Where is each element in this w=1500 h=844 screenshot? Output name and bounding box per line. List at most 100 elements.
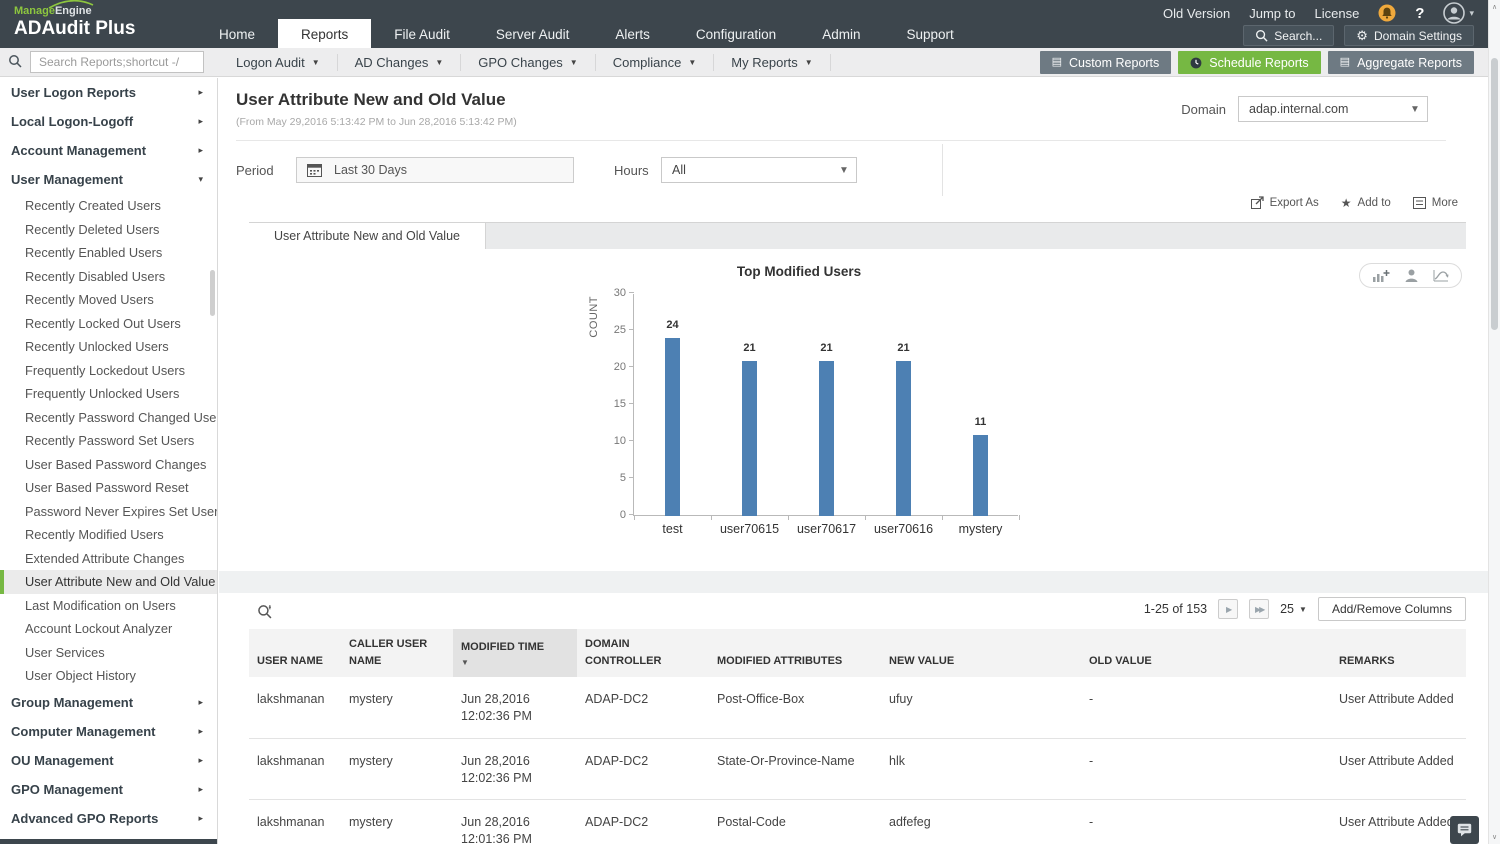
menu-ad-changes[interactable]: AD Changes▼ bbox=[338, 54, 462, 71]
add-chart-icon[interactable] bbox=[1372, 269, 1390, 283]
column-header-caller-user-name[interactable]: CALLER USER NAME bbox=[341, 629, 453, 677]
menu-gpo-changes[interactable]: GPO Changes▼ bbox=[461, 54, 595, 71]
bar-user70616[interactable] bbox=[896, 361, 911, 516]
more-button[interactable]: More bbox=[1413, 197, 1458, 209]
chat-bubble-icon bbox=[1457, 823, 1472, 837]
topnav-link-license[interactable]: License bbox=[1314, 6, 1359, 21]
feedback-chat-button[interactable] bbox=[1450, 816, 1479, 844]
table-search-icon[interactable] bbox=[257, 604, 272, 624]
topnav-tab-reports[interactable]: Reports bbox=[278, 19, 371, 48]
column-header-new-value[interactable]: NEW VALUE bbox=[881, 629, 1081, 677]
sidebar-item-user-attribute-new-and-old-value[interactable]: User Attribute New and Old Value bbox=[0, 570, 217, 594]
sidebar-group-group-management[interactable]: Group Management▸ bbox=[0, 688, 217, 717]
sidebar-items: User Logon Reports▸Local Logon-Logoff▸Ac… bbox=[0, 78, 217, 844]
help-icon[interactable]: ? bbox=[1415, 5, 1424, 22]
sidebar-item-recently-enabled-users[interactable]: Recently Enabled Users bbox=[0, 241, 217, 265]
sidebar-item-password-never-expires-set-users[interactable]: Password Never Expires Set Users bbox=[0, 500, 217, 524]
next-page-button[interactable]: ▶ bbox=[1218, 599, 1238, 619]
custom-reports-button[interactable]: ▤ Custom Reports bbox=[1040, 51, 1172, 74]
scroll-down-icon[interactable]: ∨ bbox=[1489, 833, 1500, 841]
column-header-modified-attributes[interactable]: MODIFIED ATTRIBUTES bbox=[709, 629, 881, 677]
user-icon[interactable] bbox=[1405, 269, 1418, 283]
sidebar-group-user-logon-reports[interactable]: User Logon Reports▸ bbox=[0, 78, 217, 107]
chevron-down-icon: ▼ bbox=[1299, 605, 1307, 614]
sidebar-item-recently-created-users[interactable]: Recently Created Users bbox=[0, 194, 217, 218]
topnav-tab-admin[interactable]: Admin bbox=[799, 21, 883, 48]
sidebar-item-extended-attribute-changes[interactable]: Extended Attribute Changes bbox=[0, 547, 217, 571]
bar-mystery[interactable] bbox=[973, 435, 988, 516]
search-icon[interactable] bbox=[0, 52, 30, 73]
column-header-remarks[interactable]: REMARKS bbox=[1331, 629, 1466, 677]
last-page-button[interactable]: ▶▶ bbox=[1249, 599, 1269, 619]
bar-test[interactable] bbox=[665, 338, 680, 516]
column-header-domain-controller[interactable]: DOMAIN CONTROLLER bbox=[577, 629, 709, 677]
menu-logon-audit[interactable]: Logon Audit▼ bbox=[219, 54, 338, 71]
sidebar-item-user-object-history[interactable]: User Object History bbox=[0, 664, 217, 688]
export-as-button[interactable]: Export As bbox=[1251, 196, 1319, 209]
notification-bell-icon[interactable] bbox=[1378, 4, 1396, 22]
report-search-input[interactable] bbox=[30, 51, 204, 73]
page-size-select[interactable]: 25 ▼ bbox=[1280, 602, 1307, 616]
table-row[interactable]: lakshmananmysteryJun 28,2016 12:02:36 PM… bbox=[249, 677, 1466, 738]
sidebar-item-recently-unlocked-users[interactable]: Recently Unlocked Users bbox=[0, 335, 217, 359]
sidebar-item-recently-password-set-users[interactable]: Recently Password Set Users bbox=[0, 429, 217, 453]
sidebar-group-gpo-management[interactable]: GPO Management▸ bbox=[0, 775, 217, 804]
sidebar-item-last-modification-on-users[interactable]: Last Modification on Users bbox=[0, 594, 217, 618]
topnav-tab-support[interactable]: Support bbox=[883, 21, 976, 48]
menu-my-reports[interactable]: My Reports▼ bbox=[714, 54, 830, 71]
x-tick-label-mystery: mystery bbox=[942, 522, 1019, 536]
schedule-reports-button[interactable]: Schedule Reports bbox=[1178, 51, 1320, 74]
topnav-link-jump-to[interactable]: Jump to bbox=[1249, 6, 1295, 21]
sidebar-group-advanced-gpo-reports[interactable]: Advanced GPO Reports▸ bbox=[0, 804, 217, 833]
add-to-button[interactable]: ★ Add to bbox=[1341, 197, 1391, 209]
menu-compliance[interactable]: Compliance▼ bbox=[596, 54, 715, 71]
menu-label: Logon Audit bbox=[236, 55, 305, 70]
sidebar-item-recently-locked-out-users[interactable]: Recently Locked Out Users bbox=[0, 312, 217, 336]
domain-settings-button[interactable]: ⚙ Domain Settings bbox=[1344, 25, 1474, 46]
sidebar-item-recently-modified-users[interactable]: Recently Modified Users bbox=[0, 523, 217, 547]
sidebar-group-ou-management[interactable]: OU Management▸ bbox=[0, 746, 217, 775]
topnav-link-old-version[interactable]: Old Version bbox=[1163, 6, 1230, 21]
tab-user-attribute-new-and-old-value[interactable]: User Attribute New and Old Value bbox=[249, 223, 486, 250]
sidebar-item-user-based-password-reset[interactable]: User Based Password Reset bbox=[0, 476, 217, 500]
sidebar-item-account-lockout-analyzer[interactable]: Account Lockout Analyzer bbox=[0, 617, 217, 641]
sidebar-scrollbar-thumb[interactable] bbox=[210, 270, 215, 316]
sidebar-item-recently-moved-users[interactable]: Recently Moved Users bbox=[0, 288, 217, 312]
bar-slot-user70615: 21 bbox=[711, 294, 788, 516]
sidebar-group-computer-management[interactable]: Computer Management▸ bbox=[0, 717, 217, 746]
global-search-button[interactable]: Search... bbox=[1243, 25, 1334, 46]
bar-user70617[interactable] bbox=[819, 361, 834, 516]
table-row[interactable]: lakshmananmysteryJun 28,2016 12:02:36 PM… bbox=[249, 738, 1466, 800]
bar-user70615[interactable] bbox=[742, 361, 757, 516]
column-header-user-name[interactable]: USER NAME bbox=[249, 629, 341, 677]
domain-select[interactable]: adap.internal.com ▼ bbox=[1238, 96, 1428, 122]
topnav-tab-home[interactable]: Home bbox=[196, 21, 278, 48]
sidebar-item-user-based-password-changes[interactable]: User Based Password Changes bbox=[0, 453, 217, 477]
sidebar-item-recently-deleted-users[interactable]: Recently Deleted Users bbox=[0, 218, 217, 242]
sidebar-item-frequently-lockedout-users[interactable]: Frequently Lockedout Users bbox=[0, 359, 217, 383]
column-header-modified-time[interactable]: MODIFIED TIME▼ bbox=[453, 629, 577, 677]
sidebar-item-user-services[interactable]: User Services bbox=[0, 641, 217, 665]
sidebar-item-recently-password-changed-users[interactable]: Recently Password Changed Users bbox=[0, 406, 217, 430]
sidebar-group-user-management[interactable]: User Management▾ bbox=[0, 165, 217, 194]
topnav-tab-alerts[interactable]: Alerts bbox=[592, 21, 673, 48]
column-header-old-value[interactable]: OLD VALUE bbox=[1081, 629, 1331, 677]
table-row[interactable]: lakshmananmysteryJun 28,2016 12:01:36 PM… bbox=[249, 800, 1466, 844]
sidebar-group-local-logon-logoff[interactable]: Local Logon-Logoff▸ bbox=[0, 107, 217, 136]
user-account-menu[interactable]: ▾ bbox=[1443, 2, 1474, 24]
add-remove-columns-button[interactable]: Add/Remove Columns bbox=[1318, 597, 1466, 621]
scrollbar-thumb[interactable] bbox=[1491, 58, 1498, 330]
sidebar-item-frequently-unlocked-users[interactable]: Frequently Unlocked Users bbox=[0, 382, 217, 406]
page-scrollbar[interactable]: ∧ ∨ bbox=[1488, 0, 1500, 844]
line-chart-refresh-icon[interactable] bbox=[1433, 269, 1449, 282]
scroll-up-icon[interactable]: ∧ bbox=[1489, 3, 1500, 11]
sidebar-group-account-management[interactable]: Account Management▸ bbox=[0, 136, 217, 165]
sidebar-item-recently-disabled-users[interactable]: Recently Disabled Users bbox=[0, 265, 217, 289]
aggregate-reports-button[interactable]: ▤ Aggregate Reports bbox=[1328, 51, 1474, 74]
hours-select[interactable]: All ▼ bbox=[661, 157, 857, 183]
period-picker[interactable]: Last 30 Days bbox=[296, 157, 574, 183]
topnav-tab-server-audit[interactable]: Server Audit bbox=[473, 21, 593, 48]
cell-caller: mystery bbox=[341, 738, 453, 800]
topnav-tab-file-audit[interactable]: File Audit bbox=[371, 21, 473, 48]
topnav-tab-configuration[interactable]: Configuration bbox=[673, 21, 799, 48]
